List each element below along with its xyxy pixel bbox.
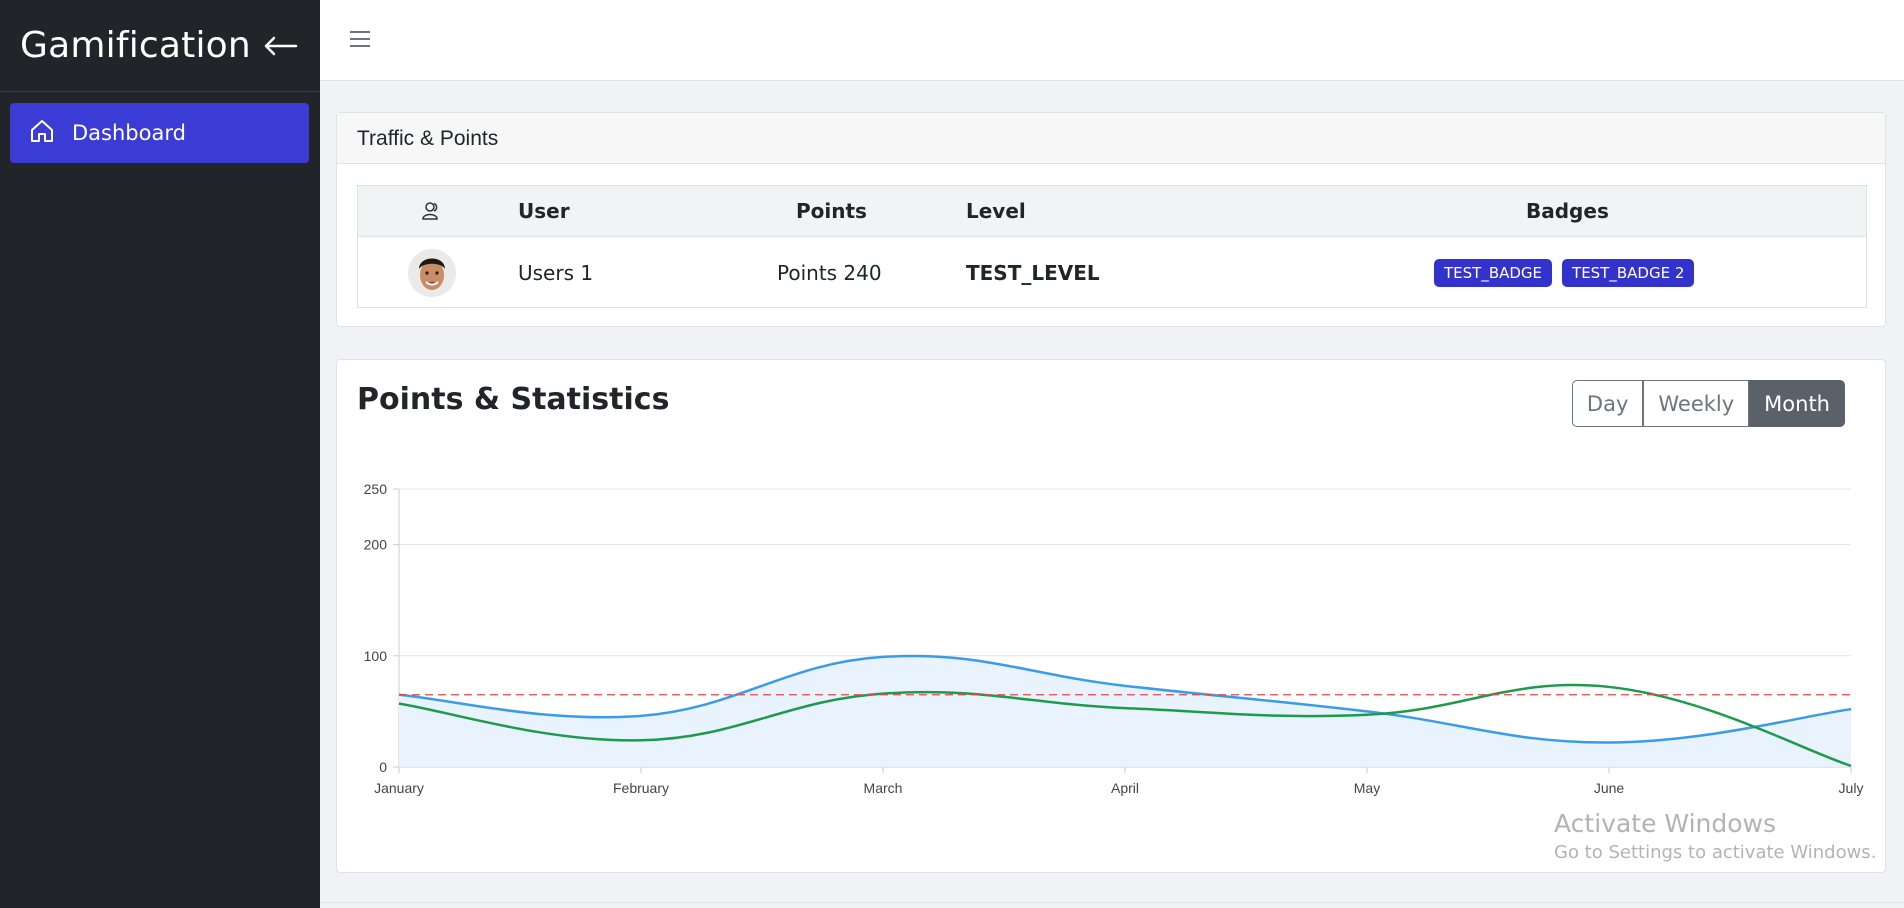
column-header-user: User	[518, 199, 570, 223]
top-navbar	[320, 0, 1904, 81]
table-header: User Points Level Badges	[358, 186, 1866, 237]
home-icon	[28, 117, 56, 150]
series-area-fill	[399, 655, 1851, 767]
column-header-badges: Badges	[1526, 199, 1609, 223]
x-tick-label: June	[1594, 780, 1625, 796]
badge: TEST_BADGE	[1434, 258, 1553, 287]
x-tick-label: March	[864, 780, 903, 796]
x-tick-label: April	[1111, 780, 1139, 796]
column-header-level: Level	[966, 199, 1026, 223]
windows-watermark-title: Activate Windows	[1554, 809, 1776, 838]
users-icon	[420, 186, 442, 236]
column-header-points: Points	[796, 199, 867, 223]
table-row: Users 1 Points 240 TEST_LEVEL TEST_BADGE…	[358, 237, 1866, 308]
badge: TEST_BADGE 2	[1562, 258, 1695, 287]
collapse-sidebar-arrow-icon[interactable]	[260, 28, 300, 64]
user-name: Users 1	[518, 260, 594, 285]
brand-header: Gamification	[0, 0, 320, 92]
sidebar-item-dashboard[interactable]: Dashboard	[10, 103, 309, 163]
windows-watermark-subtitle: Go to Settings to activate Windows.	[1554, 842, 1877, 863]
x-tick-label: July	[1839, 780, 1864, 796]
x-tick-label: February	[613, 780, 669, 796]
points-statistics-card: Points & Statistics Day Weekly Month 0 10…	[336, 359, 1886, 873]
y-tick-label: 100	[364, 648, 388, 664]
y-tick-label: 0	[379, 759, 387, 775]
y-tick-label: 250	[364, 481, 388, 497]
points-line-chart: 0 100 200 250 January February March April May Ju…	[364, 481, 1864, 796]
y-tick-label: 200	[364, 537, 388, 553]
card-title: Traffic & Points	[337, 113, 1885, 164]
user-level: TEST_LEVEL	[966, 260, 1100, 285]
x-tick-label: May	[1354, 780, 1380, 796]
user-points: Points 240	[777, 260, 882, 285]
avatar	[408, 237, 456, 308]
app-title: Gamification	[20, 25, 251, 66]
footer-strip	[320, 902, 1904, 908]
x-tick-label: January	[374, 780, 424, 796]
sidebar: Gamification Dashboard	[0, 0, 320, 908]
menu-toggle-icon[interactable]	[350, 28, 370, 50]
users-table: User Points Level Badges Users 1 Points …	[357, 185, 1867, 308]
sidebar-item-label: Dashboard	[72, 121, 186, 145]
traffic-points-card: Traffic & Points User Points Level Badge…	[336, 112, 1886, 327]
badges-cell: TEST_BADGE TEST_BADGE 2	[1434, 237, 1704, 308]
